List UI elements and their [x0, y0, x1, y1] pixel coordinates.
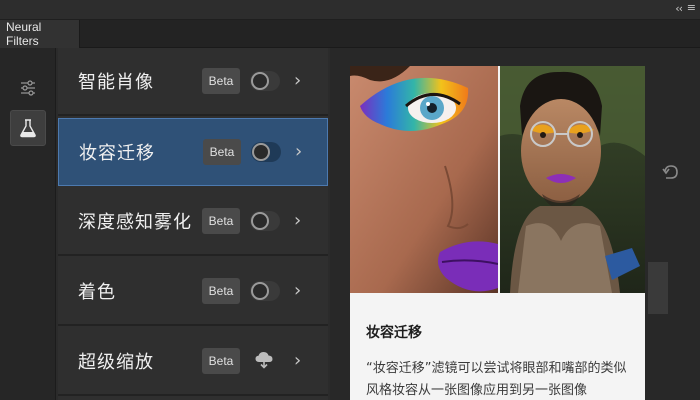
- reset-icon[interactable]: [660, 162, 682, 188]
- flask-icon: [20, 119, 36, 138]
- sliders-icon: [21, 80, 35, 96]
- chevron-right-icon[interactable]: ›: [294, 280, 301, 301]
- beta-badge: Beta: [202, 348, 240, 374]
- filter-row-depth-blur[interactable]: 深度感知雾化 Beta ›: [58, 188, 328, 256]
- beta-badge: Beta: [202, 68, 240, 94]
- beta-badge: Beta: [202, 208, 240, 234]
- filter-row-super-zoom[interactable]: 超级缩放 Beta ›: [58, 328, 328, 396]
- category-rail: [0, 48, 56, 400]
- chevron-right-icon[interactable]: ›: [295, 141, 302, 162]
- filter-label: 妆容迁移: [79, 143, 155, 164]
- filter-toggle[interactable]: [250, 71, 280, 91]
- rail-item-all-filters[interactable]: [10, 70, 46, 106]
- tab-strip: Neural Filters: [0, 20, 700, 48]
- filter-label: 深度感知雾化: [78, 212, 192, 233]
- filter-detail-description: “妆容迁移”滤镜可以尝试将眼部和嘴部的类似风格妆容从一张图像应用到另一张图像: [366, 361, 627, 398]
- beta-badge: Beta: [202, 278, 240, 304]
- filter-row-smart-portrait[interactable]: 智能肖像 Beta ›: [58, 48, 328, 116]
- filter-toggle[interactable]: [250, 281, 280, 301]
- panel-header-bar: ‹‹ ≡: [0, 0, 700, 20]
- tab-neural-filters[interactable]: Neural Filters: [0, 20, 80, 48]
- rail-item-beta-filters[interactable]: [10, 110, 46, 146]
- filter-label: 智能肖像: [78, 72, 154, 93]
- filter-label: 超级缩放: [78, 352, 154, 373]
- filter-label: 着色: [78, 282, 116, 303]
- chevron-right-icon[interactable]: ›: [294, 210, 301, 231]
- filter-row-makeup-transfer[interactable]: 妆容迁移 Beta ›: [58, 118, 328, 186]
- filter-row-colorize[interactable]: 着色 Beta ›: [58, 258, 328, 326]
- makeup-transfer-preview-image: [350, 66, 645, 293]
- filter-toggle[interactable]: [250, 211, 280, 231]
- side-panel-handle[interactable]: [648, 262, 668, 314]
- chevron-right-icon[interactable]: ›: [294, 70, 301, 91]
- double-chevron-left-icon[interactable]: ‹‹: [675, 2, 683, 15]
- hamburger-menu-icon[interactable]: ≡: [687, 1, 696, 14]
- filter-info-card: 妆容迁移 “妆容迁移”滤镜可以尝试将眼部和嘴部的类似风格妆容从一张图像应用到另一…: [350, 66, 645, 400]
- filter-detail-title: 妆容迁移: [366, 325, 422, 341]
- chevron-right-icon[interactable]: ›: [294, 350, 301, 371]
- filter-list: 智能肖像 Beta › 妆容迁移 Beta › 深度感知雾化 Beta › 着色…: [58, 48, 328, 400]
- filter-toggle[interactable]: [251, 142, 281, 162]
- filter-detail-panel: 妆容迁移 “妆容迁移”滤镜可以尝试将眼部和嘴部的类似风格妆容从一张图像应用到另一…: [330, 48, 700, 400]
- beta-badge: Beta: [203, 139, 241, 165]
- cloud-download-icon[interactable]: [254, 349, 274, 373]
